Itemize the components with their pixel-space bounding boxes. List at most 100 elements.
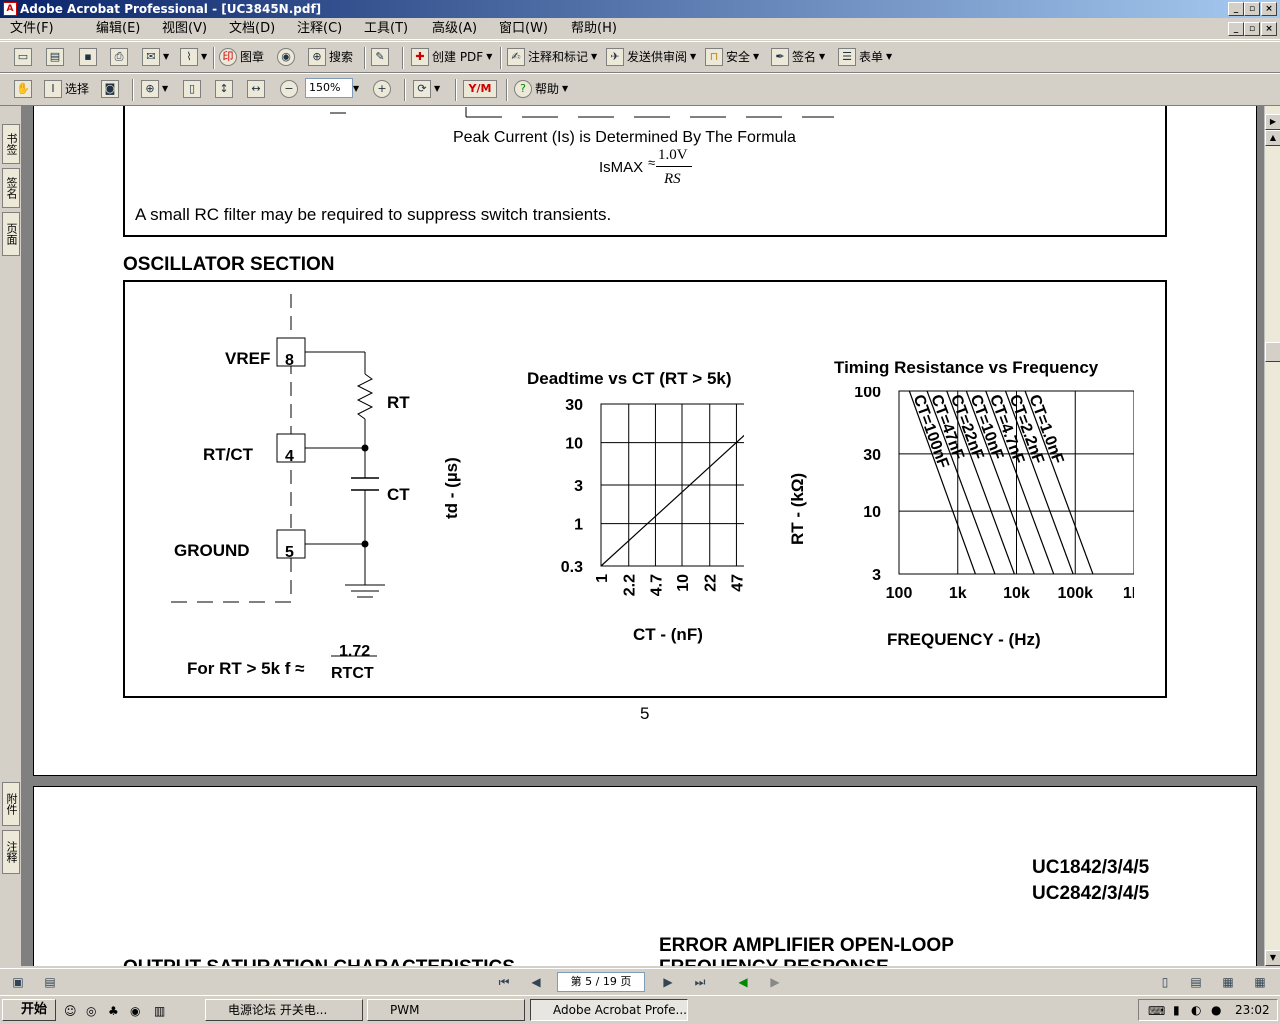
formula-left: IsMAX xyxy=(599,159,644,176)
previous-page-button[interactable]: ◀ xyxy=(526,973,546,991)
zoom-out-button[interactable]: − xyxy=(280,78,298,100)
zoom-tool-button[interactable]: ⊕ ▼ xyxy=(141,78,168,100)
hide-panel-icon[interactable]: ▣ xyxy=(8,973,28,991)
rotate-button[interactable]: ⟳ ▼ xyxy=(413,78,440,100)
doc-restore-button[interactable]: ▫ xyxy=(1244,22,1260,36)
edit-objects-button[interactable]: ✎ xyxy=(371,46,389,68)
peak-current-text: Peak Current (Is) is Determined By The F… xyxy=(453,129,796,146)
error-amp-title-2: FREQUENCY RESPONSE xyxy=(659,957,889,966)
scroll-up-icon[interactable]: ▲ xyxy=(1265,130,1280,146)
select-tool-button[interactable]: I 选择 xyxy=(44,78,89,100)
tab-attachments[interactable]: 附件 xyxy=(2,782,20,826)
security-button[interactable]: ⊓ 安全 ▼ xyxy=(705,46,759,68)
last-page-button[interactable]: ⏭ xyxy=(690,973,710,991)
quicklaunch-notepad-icon[interactable]: ▥ xyxy=(154,1004,165,1018)
menu-edit[interactable]: 编辑(E) xyxy=(96,21,140,37)
restore-button[interactable]: ▫ xyxy=(1244,2,1260,16)
fit-width-button[interactable]: ↔ xyxy=(247,78,265,100)
facing-icon[interactable]: ▦ xyxy=(1218,973,1238,991)
attach-button[interactable]: ⌇ ▼ xyxy=(180,46,207,68)
tray-network-icon[interactable]: ▮ xyxy=(1173,1000,1180,1020)
title-bar: A Adobe Acrobat Professional - [UC3845N.… xyxy=(0,0,1280,18)
go-back-icon[interactable]: ◀ xyxy=(733,973,753,991)
forms-icon: ☰ xyxy=(838,48,856,66)
rc-filter-text: A small RC filter may be required to sup… xyxy=(135,205,612,224)
go-forward-icon[interactable]: ▶ xyxy=(765,973,785,991)
menu-advanced[interactable]: 高级(A) xyxy=(432,21,477,37)
chevron-down-icon: ▼ xyxy=(353,84,360,93)
plugin-icon: Y/M xyxy=(463,80,497,98)
pdf-page-6: UC1842/3/4/5 UC2842/3/4/5 ERROR AMPLIFIE… xyxy=(33,786,1257,966)
menu-file[interactable]: 文件(F) xyxy=(10,21,54,37)
menu-view[interactable]: 视图(V) xyxy=(162,21,207,37)
zoom-input[interactable]: 150% xyxy=(305,78,353,98)
pin-8-label: 8 xyxy=(285,352,294,369)
help-button[interactable]: ? 帮助 ▼ xyxy=(514,78,568,100)
quicklaunch-ie-icon[interactable]: ◎ xyxy=(86,1004,96,1018)
tab-pages[interactable]: 页面 xyxy=(2,212,20,256)
menu-comments[interactable]: 注释(C) xyxy=(297,21,342,37)
x-tick-label: 1 xyxy=(594,574,611,583)
zoom-in-button[interactable]: + xyxy=(373,78,391,100)
single-page-icon[interactable]: ▯ xyxy=(1155,973,1175,991)
menu-help[interactable]: 帮助(H) xyxy=(571,21,617,37)
actual-size-button[interactable]: ▯ xyxy=(183,78,201,100)
open-button[interactable]: ▭ xyxy=(14,46,32,68)
scroll-right-icon[interactable]: ▶ xyxy=(1265,114,1280,130)
quicklaunch-emoticon-icon[interactable]: ☺ xyxy=(64,1004,77,1018)
part-number-2: UC2842/3/4/5 xyxy=(1032,883,1150,904)
rotate-icon: ⟳ xyxy=(413,80,431,98)
scroll-thumb[interactable] xyxy=(1265,342,1280,362)
forms-button[interactable]: ☰ 表单 ▼ xyxy=(838,46,892,68)
x-tick-label: 2.2 xyxy=(622,574,639,596)
fit-page-button[interactable]: ↕ xyxy=(215,78,233,100)
first-page-button[interactable]: ⏮ xyxy=(494,973,514,991)
stamp-button[interactable]: 印图章 xyxy=(219,46,264,68)
task-power-forum[interactable]: 电源论坛 开关电... xyxy=(205,999,363,1021)
hand-tool-button[interactable]: ✋ xyxy=(14,78,32,100)
menu-document[interactable]: 文档(D) xyxy=(229,21,275,37)
quicklaunch-messenger-icon[interactable]: ◉ xyxy=(130,1004,140,1018)
quicklaunch-acrobat-icon[interactable]: ♣ xyxy=(108,1004,119,1018)
continuous-icon[interactable]: ▤ xyxy=(1186,973,1206,991)
task-acrobat[interactable]: Adobe Acrobat Profe... xyxy=(530,999,688,1021)
tray-volume-icon[interactable]: ◐ xyxy=(1191,1000,1201,1020)
tab-signatures[interactable]: 签名 xyxy=(2,168,20,208)
web-button[interactable]: ◉ xyxy=(277,46,295,68)
clock: 23:02 xyxy=(1235,1003,1270,1017)
tab-bookmarks[interactable]: 书签 xyxy=(2,124,20,164)
formula-numerator: 1.0V xyxy=(658,147,688,163)
next-page-button[interactable]: ▶ xyxy=(658,973,678,991)
create-pdf-button[interactable]: ✚ 创建 PDF ▼ xyxy=(411,46,492,68)
snapshot-button[interactable]: ◙ xyxy=(101,78,119,100)
pin-4-label: 4 xyxy=(285,448,294,465)
send-review-button[interactable]: ✈ 发送供审阅 ▼ xyxy=(606,46,696,68)
text-cursor-icon: I xyxy=(44,80,62,98)
toolbar-secondary: ✋ I 选择 ◙ ⊕ ▼ ▯ ↕ ↔ − ▼ + ⟳ ▼ Y/M ? 帮助 ▼ xyxy=(0,73,1280,106)
page-number-field[interactable]: 第 5 / 19 页 xyxy=(557,972,645,992)
vertical-scrollbar[interactable]: ▶ ▲ ▼ xyxy=(1264,106,1280,966)
x-tick-label: 47 xyxy=(729,574,744,592)
tab-comments[interactable]: 注释 xyxy=(2,830,20,874)
search-button[interactable]: ⊕ 搜索 xyxy=(308,46,353,68)
zoom-dropdown-button[interactable]: ▼ xyxy=(353,78,359,100)
doc-minimize-button[interactable]: _ xyxy=(1228,22,1244,36)
task-pwm[interactable]: PWM xyxy=(367,999,525,1021)
scroll-down-icon[interactable]: ▼ xyxy=(1265,950,1280,966)
sign-button[interactable]: ✒ 签名 ▼ xyxy=(771,46,825,68)
document-view[interactable]: Peak Current (Is) is Determined By The F… xyxy=(22,106,1264,966)
menu-window[interactable]: 窗口(W) xyxy=(499,21,548,37)
start-button[interactable]: 开始 xyxy=(2,999,56,1021)
menu-tools[interactable]: 工具(T) xyxy=(364,21,408,37)
tray-app-icon[interactable]: ● xyxy=(1211,1000,1221,1020)
print-button[interactable]: ⎙ xyxy=(110,46,128,68)
comment-markup-button[interactable]: ✍ 注释和标记 ▼ xyxy=(507,46,597,68)
email-button[interactable]: ✉ ▼ xyxy=(142,46,169,68)
close-button[interactable]: × xyxy=(1261,2,1277,16)
continuous-facing-icon[interactable]: ▦ xyxy=(1250,973,1270,991)
save-button[interactable]: ▪ xyxy=(79,46,97,68)
doc-close-button[interactable]: × xyxy=(1261,22,1277,36)
plugin-button[interactable]: Y/M xyxy=(463,78,497,100)
minimize-button[interactable]: _ xyxy=(1228,2,1244,16)
organizer-button[interactable]: ▤ xyxy=(46,46,64,68)
